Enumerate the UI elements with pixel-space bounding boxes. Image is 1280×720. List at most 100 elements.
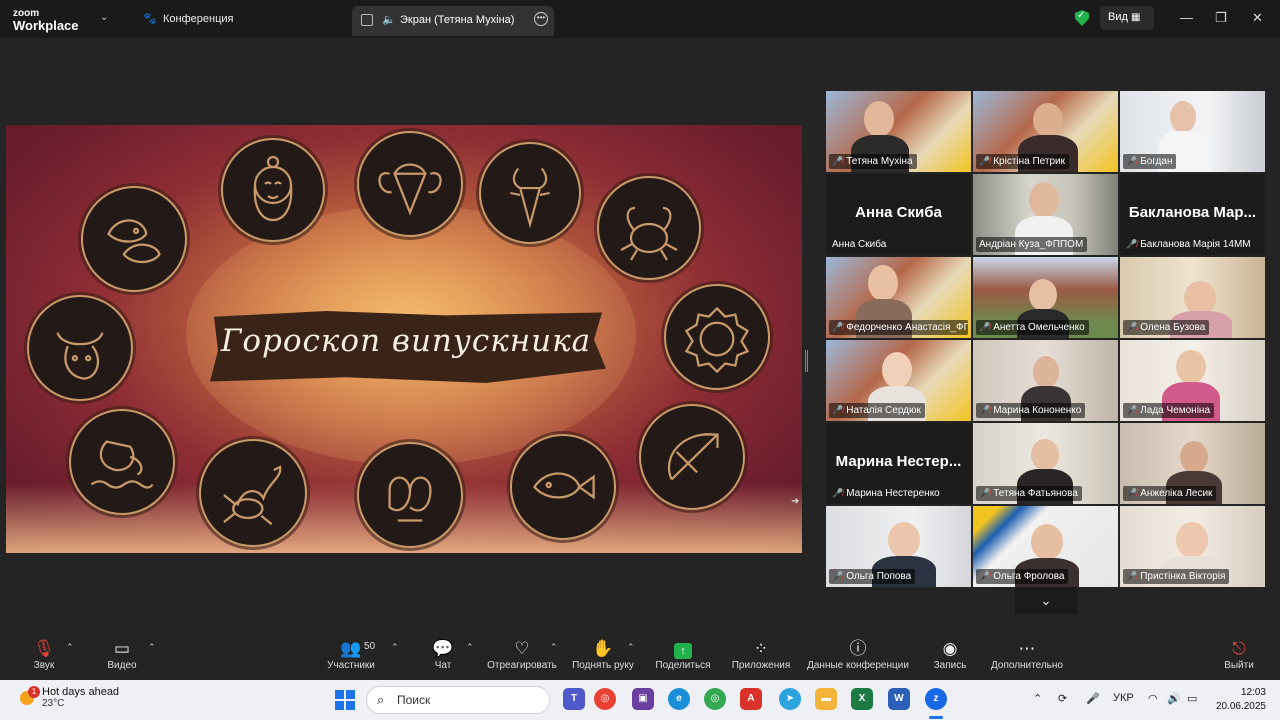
participant-gallery: 🎤̸ Тетяна Мухіна 🎤̸ Крістіна Петрик 🎤̸ Богд… (826, 91, 1266, 587)
record-button[interactable]: ◉ Запись (930, 638, 970, 671)
participant-tile[interactable]: 🎤̸ Олена Бузова (1120, 257, 1265, 338)
face (868, 265, 898, 301)
leo-sign-icon (664, 284, 770, 390)
language-indicator[interactable]: УКР (1113, 692, 1134, 704)
leave-button[interactable]: ⎋ Выйти (1222, 638, 1256, 671)
save-disk-icon[interactable]: ▣ (632, 688, 654, 710)
excel-icon[interactable]: X (851, 688, 873, 710)
file-explorer-icon[interactable]: ▬ (815, 688, 837, 710)
participant-name: Андріан Куза_ФППОМ (979, 239, 1084, 250)
face (888, 522, 920, 558)
shared-screen[interactable]: Гороскоп випускника ➜ (6, 125, 802, 553)
participant-tile[interactable]: 🎤̸ Наталія Сердюк (826, 340, 971, 421)
more-dots-icon: ⋯ (1018, 639, 1036, 658)
minimize-icon[interactable]: — (1180, 10, 1193, 25)
clock-date: 20.06.2025 (1215, 701, 1266, 712)
aquarius-sign-icon (69, 409, 175, 515)
zoom-icon[interactable]: z (925, 688, 947, 710)
participant-tile[interactable]: Бакланова Мар... 🎤̸ Бакланова Марія 14ММ (1120, 174, 1265, 255)
video-label: Видео (107, 660, 137, 671)
apps-button[interactable]: ⁘ Приложения (728, 638, 794, 671)
chat-button[interactable]: 💬 Чат (428, 638, 458, 671)
participant-tile[interactable]: 🎤̸Федорченко Анастасія_ФППОМ (826, 257, 971, 338)
gallery-scroll-down-button[interactable]: ⌄ (1015, 587, 1077, 614)
taskbar-search-input[interactable]: ⌕ Поиск (366, 686, 550, 714)
video-options-caret-icon[interactable]: ⌃ (148, 642, 156, 653)
mic-muted-icon: 🎤̸ (1126, 239, 1138, 249)
mic-muted-icon: 🎤̸ (832, 156, 844, 166)
video-button[interactable]: ▭ Видео (102, 638, 142, 671)
participant-tile[interactable]: 🎤̸ Ольга Фролова (973, 506, 1118, 587)
battery-icon[interactable]: ▭ (1187, 692, 1197, 705)
windows-start-icon[interactable] (335, 690, 355, 710)
participant-label: 🎤̸ Тетяна Мухіна (829, 154, 917, 169)
screen-share-tab[interactable]: 🔈 Экран (Тетяна Мухіна) ••• (352, 6, 554, 36)
meeting-info-button[interactable]: ⓘ Данные конференции (803, 638, 913, 671)
telegram-icon[interactable]: ➤ (779, 688, 801, 710)
tray-expand-icon[interactable]: ⌃ (1033, 692, 1042, 705)
face (864, 101, 894, 137)
meeting-tab[interactable]: 🐾 Конференция (143, 12, 233, 25)
volume-icon[interactable]: 🔊 (1167, 692, 1181, 705)
chat-caret-icon[interactable]: ⌃ (466, 642, 474, 653)
react-caret-icon[interactable]: ⌃ (550, 642, 558, 653)
share-button[interactable]: ↑ Поделиться (652, 638, 714, 671)
meeting-info-label: Данные конференции (807, 660, 909, 671)
panel-splitter-handle[interactable] (805, 350, 808, 372)
view-button[interactable]: Вид ▦ (1100, 6, 1154, 30)
participant-tile[interactable]: 🎤̸ Анжеліка Лесик (1120, 423, 1265, 504)
participant-tile-active-speaker[interactable]: Андріан Куза_ФППОМ (973, 174, 1118, 255)
system-clock[interactable]: 12:03 20.06.2025 (1212, 686, 1266, 714)
react-button[interactable]: ♡ Отреагировать (484, 638, 560, 671)
participant-label: Анна Скиба (829, 237, 890, 252)
mic-muted-icon: 🎤̸ (1126, 322, 1138, 332)
raise-hand-caret-icon[interactable]: ⌃ (627, 642, 635, 653)
more-options-icon[interactable]: ••• (534, 12, 548, 26)
close-icon[interactable]: ✕ (1252, 10, 1263, 26)
participant-tile[interactable]: Марина Нестер... 🎤̸ Марина Нестеренко (826, 423, 971, 504)
participant-tile[interactable]: 🎤̸ Тетяна Фатьянова (973, 423, 1118, 504)
face (1033, 103, 1063, 137)
logo-menu-chevron-icon[interactable]: ⌄ (100, 12, 108, 23)
participants-caret-icon[interactable]: ⌃ (391, 642, 399, 653)
weather-widget[interactable]: 1 Hot days ahead 23°C (20, 686, 119, 709)
audio-button[interactable]: 🎙 Звук (28, 638, 60, 671)
security-shield-icon[interactable] (1075, 10, 1089, 26)
more-button[interactable]: ⋯ Дополнительно (988, 638, 1066, 671)
participant-tile[interactable]: 🎤̸ Богдан (1120, 91, 1265, 172)
participant-name: Тетяна Фатьянова (993, 488, 1078, 499)
sync-icon[interactable]: ⟳ (1058, 692, 1067, 705)
chrome-alt-icon[interactable]: ◎ (704, 688, 726, 710)
participant-name: Ольга Фролова (993, 571, 1065, 582)
participant-tile[interactable]: 🎤̸ Крістіна Петрик (973, 91, 1118, 172)
participant-label: 🎤̸ Марина Кононенко (976, 403, 1086, 418)
participant-tile[interactable]: 🎤̸ Марина Кононенко (973, 340, 1118, 421)
participants-count: 50 (364, 641, 376, 652)
participant-tile[interactable]: 🎤̸ Тетяна Мухіна (826, 91, 971, 172)
mic-muted-icon: 🎤̸ (1126, 156, 1138, 166)
audio-options-caret-icon[interactable]: ⌃ (66, 642, 74, 653)
participant-tile[interactable]: 🎤̸ Анетта Омельченко (973, 257, 1118, 338)
word-icon[interactable]: W (888, 688, 910, 710)
chevron-down-icon: ⌄ (1040, 592, 1052, 608)
acrobat-icon[interactable]: A (740, 688, 762, 710)
react-label: Отреагировать (487, 660, 557, 671)
edge-icon[interactable]: e (668, 688, 690, 710)
participant-tile[interactable]: Анна Скиба Анна Скиба (826, 174, 971, 255)
teams-icon[interactable]: T (563, 688, 585, 710)
participant-label: 🎤̸ Пристінка Вікторія (1123, 569, 1230, 584)
participant-label: 🎤̸ Богдан (1123, 154, 1177, 169)
participant-name: Наталія Сердюк (846, 405, 921, 416)
restore-icon[interactable]: ❐ (1215, 10, 1227, 26)
wifi-icon[interactable]: ◠ (1148, 692, 1158, 705)
participant-tile[interactable]: 🎤̸ Ольга Попова (826, 506, 971, 587)
microphone-icon[interactable]: 🎤 (1086, 692, 1100, 705)
mic-muted-icon: 🎤̸ (979, 156, 991, 166)
capricorn-sign-icon (479, 142, 581, 244)
participant-tile[interactable]: 🎤̸ Лада Чемоніна (1120, 340, 1265, 421)
participant-label: 🎤̸ Наталія Сердюк (829, 403, 925, 418)
chrome-icon[interactable]: ◎ (594, 688, 616, 710)
record-icon: ◉ (942, 639, 958, 658)
sagittarius-sign-icon (639, 404, 745, 510)
participant-tile[interactable]: 🎤̸ Пристінка Вікторія (1120, 506, 1265, 587)
